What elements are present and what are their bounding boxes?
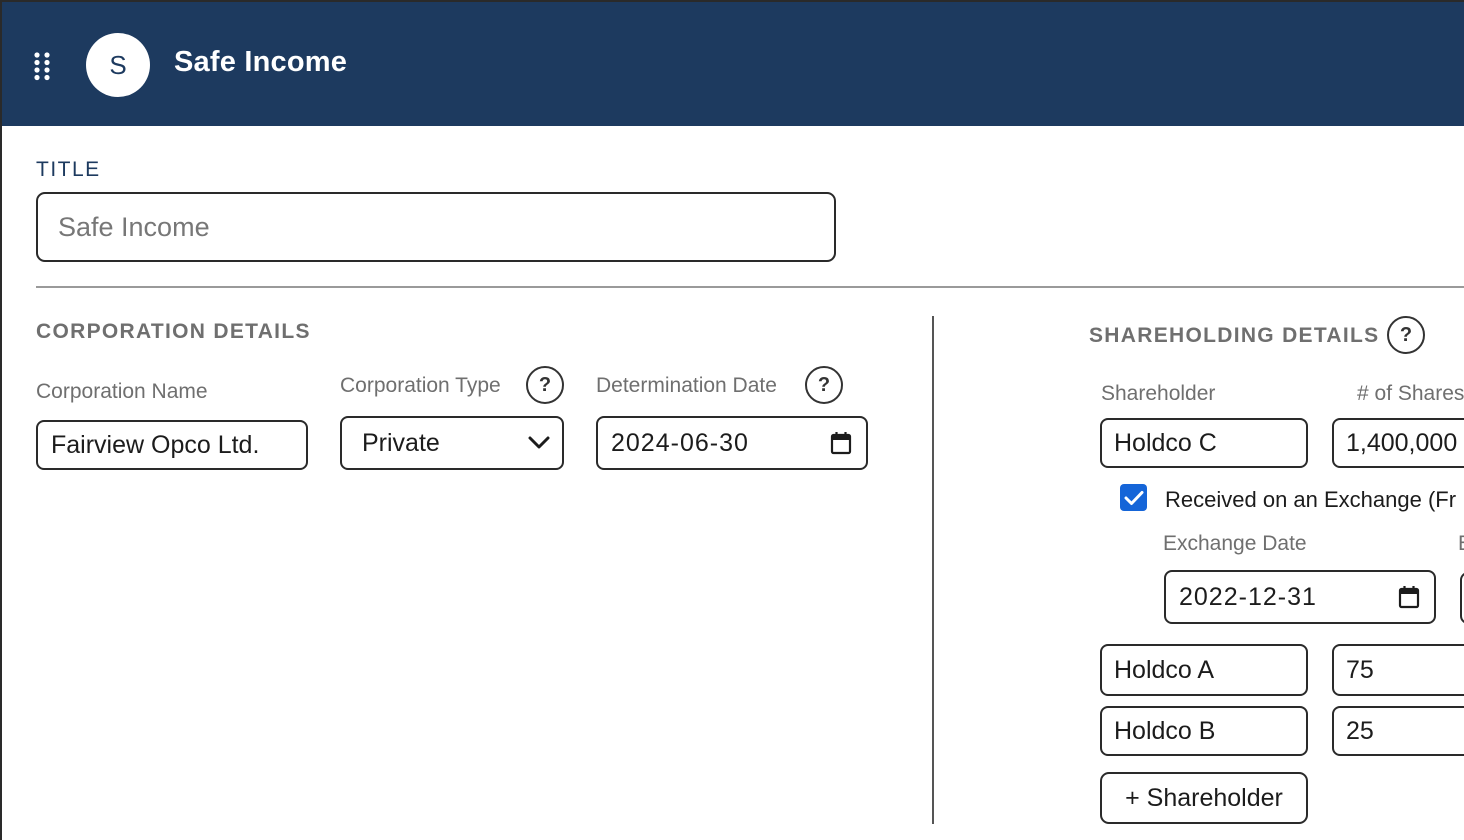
- question-icon[interactable]: ?: [805, 366, 843, 404]
- corporation-name-label: Corporation Name: [36, 380, 208, 403]
- avatar[interactable]: S: [86, 33, 150, 97]
- shareholder-value: Holdco B: [1114, 716, 1216, 745]
- add-shareholder-button[interactable]: + Shareholder: [1100, 772, 1308, 824]
- app-header: S Safe Income: [2, 2, 1464, 126]
- shareholder-input[interactable]: Holdco B: [1100, 706, 1308, 756]
- shareholder-value: Holdco A: [1114, 655, 1215, 684]
- determination-date-label: Determination Date: [596, 374, 777, 397]
- exchange-date-value: 2022-12-31: [1179, 582, 1317, 611]
- exchange-checkbox[interactable]: [1120, 484, 1147, 511]
- corporation-name-input[interactable]: Fairview Opco Ltd.: [36, 420, 308, 470]
- determination-date-value: 2024-06-30: [611, 428, 749, 457]
- exchange-date-input[interactable]: 2022-12-31: [1164, 570, 1436, 624]
- title-input[interactable]: [36, 192, 836, 262]
- question-icon[interactable]: ?: [1387, 316, 1425, 354]
- calendar-icon[interactable]: [830, 431, 852, 455]
- grid-dots-icon[interactable]: [30, 51, 54, 81]
- shareholder-column-label: Shareholder: [1101, 382, 1216, 405]
- shares-value: 1,400,000: [1346, 428, 1458, 457]
- section-divider: [36, 286, 1464, 288]
- corporation-name-value: Fairview Opco Ltd.: [51, 430, 260, 459]
- shareholding-details-heading: SHAREHOLDING DETAILS: [1089, 324, 1380, 347]
- shareholder-input[interactable]: Holdco A: [1100, 644, 1308, 696]
- shares-column-label: # of Shares: [1357, 382, 1464, 405]
- exchange-secondary-input[interactable]: [1460, 572, 1464, 624]
- corporation-type-select[interactable]: Private: [340, 416, 564, 470]
- corporation-details-heading: CORPORATION DETAILS: [36, 320, 311, 343]
- shares-input[interactable]: 1,400,000: [1332, 418, 1464, 468]
- exchange-date-label: Exchange Date: [1163, 532, 1307, 555]
- title-label: TITLE: [36, 158, 101, 181]
- question-icon[interactable]: ?: [526, 366, 564, 404]
- check-icon: [1124, 490, 1143, 505]
- exchange-checkbox-label[interactable]: Received on an Exchange (Fr: [1165, 487, 1456, 513]
- corporation-type-value: Private: [362, 428, 440, 457]
- shareholder-input[interactable]: Holdco C: [1100, 418, 1308, 468]
- column-divider: [932, 316, 934, 824]
- chevron-down-icon: [528, 436, 550, 449]
- corporation-type-label: Corporation Type: [340, 374, 501, 397]
- shareholder-value: Holdco C: [1114, 428, 1217, 457]
- shares-value: 75: [1346, 655, 1374, 684]
- shares-input[interactable]: 25: [1332, 706, 1464, 756]
- determination-date-input[interactable]: 2024-06-30: [596, 416, 868, 470]
- calendar-icon[interactable]: [1398, 585, 1420, 609]
- app-title: Safe Income: [174, 46, 348, 78]
- app-window: S Safe Income TITLE CORPORATION DETAILS …: [0, 0, 1464, 840]
- exchange-secondary-label: E: [1458, 532, 1464, 556]
- shares-value: 25: [1346, 716, 1374, 745]
- shares-input[interactable]: 75: [1332, 644, 1464, 696]
